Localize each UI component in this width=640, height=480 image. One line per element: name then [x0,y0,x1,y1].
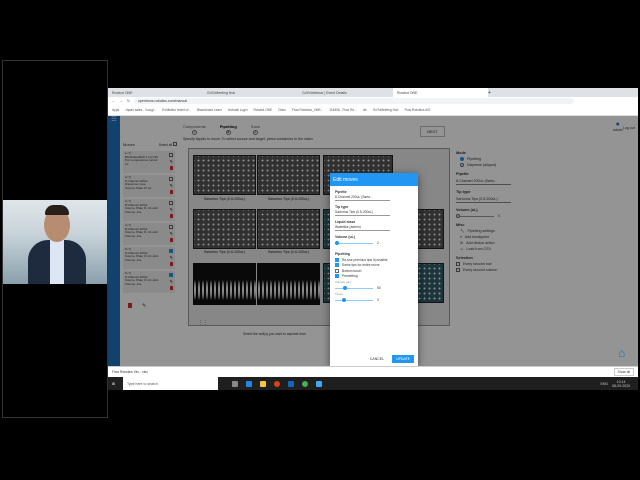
browser-tab[interactable]: GoToWebinar | Event Details [298,88,393,97]
checkbox-label: Prewetting [342,274,358,278]
checkbox[interactable] [335,268,339,273]
prewet-volume-value: 50 [377,286,381,290]
start-icon[interactable]: ⊞ [112,382,115,386]
bookmark[interactable]: 114808 - Flow Ro... [329,108,357,112]
presenter-shirt [50,240,64,284]
forward-icon[interactable]: → [120,99,124,103]
bookmark[interactable]: Flow Robotics_VidR... [292,108,323,112]
prewet-times-value: 3 [377,298,379,302]
bookmark[interactable]: GoToMeeting Hub [373,108,399,112]
pipetting-option-checkbox[interactable]: Re-use previous tips if possible [335,257,413,262]
update-button[interactable]: UPDATE [392,355,414,363]
volume-label: Volume (uL) [335,235,355,239]
download-item[interactable]: Flow Robotics Virt....xlsx [112,370,148,374]
checkbox-label: Re-use previous tips if possible [342,257,388,262]
bookmark[interactable]: vik [363,108,367,112]
gotomeeting-icon[interactable] [315,380,322,387]
bookmarks-bar: Apps Japan sales - Googl... Exhibition she… [108,105,638,116]
tip-type-label: Tip type [335,205,349,209]
bookmark[interactable]: Exhibition sheet of... [162,108,191,112]
browser-tab[interactable]: GoToMeeting Hub [203,88,298,97]
bookmark[interactable]: Japan sales - Googl... [125,108,156,112]
prewet-times-slider[interactable]: 3 [335,298,413,302]
language-indicator[interactable]: ENG [601,382,609,386]
task-view-icon[interactable] [231,380,238,387]
show-all-button[interactable]: Show all [613,368,634,376]
checkbox[interactable] [335,263,339,267]
search-placeholder: Type here to search [126,381,158,386]
cancel-button[interactable]: CANCEL [366,355,388,363]
tab-label: GoToWebinar | Event Details [302,90,347,95]
address-bar: ← → ↻ opentrons-robotics.com/manual [108,97,638,105]
app-window: ☷ Components 1 Pipetting 2 Save 3 NEXT ● adm… [108,116,638,366]
browser-tab-bar: Rowbot ONE GoToMeeting Hub GoToWebinar |… [108,88,638,97]
bookmark[interactable]: Rowbot ONE [254,108,273,112]
browser-tab-active[interactable]: Rowbot ONE [393,88,488,97]
presenter-hair [45,205,69,215]
bookmark[interactable]: Hotmail Login [228,108,248,112]
url-input[interactable]: opentrons-robotics.com/manual [133,98,574,104]
tip-type-select[interactable]: Sartorius Tips (0.5-200uL) [335,210,390,216]
prewet-times-label: Times [335,292,344,296]
checkbox[interactable] [335,274,339,278]
downloads-bar: Flow Robotics Virt....xlsx Show all [108,366,638,377]
pipetting-option-checkbox[interactable]: Same tips for entire move [335,263,413,267]
pipetting-option-checkbox[interactable]: Prewetting [335,274,413,278]
clock[interactable]: 10:14 08-09-2020 [612,380,630,388]
volume-value: 2 [377,241,379,245]
shared-screen: Rowbot ONE GoToMeeting Hub GoToWebinar |… [108,88,638,390]
outlook-icon[interactable] [287,380,294,387]
dialog-title: Edit moves [330,173,418,186]
tab-label: Rowbot ONE [112,90,133,95]
reload-icon[interactable]: ↻ [127,99,130,103]
new-tab-icon[interactable]: + [488,90,491,96]
chrome-icon[interactable] [301,380,308,387]
checkbox-label: Same tips for entire move [342,263,380,267]
bookmark[interactable]: Flow Robotics A/S [404,108,430,112]
browser-tab[interactable]: Rowbot ONE [108,88,203,97]
pipette-select[interactable]: 8-Channel 200uL (Sarto... [335,195,390,201]
pipetting-option-checkbox[interactable]: Bottom touch [335,268,413,273]
taskbar-search[interactable]: Type here to search [122,377,218,390]
home-icon[interactable]: ⌂ [618,346,625,360]
date: 08-09-2020 [612,383,630,388]
checkbox[interactable] [335,257,339,262]
powerpoint-icon[interactable] [273,380,280,387]
tab-label: GoToMeeting Hub [207,90,236,95]
prewet-volume-slider[interactable]: 50 [335,286,413,290]
tab-label: Rowbot ONE [397,90,418,95]
bookmark[interactable]: Blackboard Learn [197,108,222,112]
edit-moves-dialog: Edit moves Pipette 8-Channel 200uL (Sart… [330,173,418,366]
volume-slider[interactable]: 2 [335,241,413,245]
bookmark[interactable]: Odoo [278,108,286,112]
pipette-label: Pipette [335,190,347,194]
back-icon[interactable]: ← [112,99,116,103]
windows-taskbar: ⊞ Type here to search ENG 10:14 08-09-202… [108,377,638,390]
liquid-class-label: Liquid class [335,220,356,224]
pipetting-heading: Pipetting [335,252,350,256]
checkbox-label: Bottom touch [342,268,362,273]
bookmark[interactable]: Apps [112,108,119,112]
prewet-volume-label: Volume (uL) [335,280,352,284]
liquid-class-select[interactable]: Waterlike (admin) [335,225,390,231]
edge-icon[interactable] [245,380,252,387]
file-explorer-icon[interactable] [259,380,266,387]
